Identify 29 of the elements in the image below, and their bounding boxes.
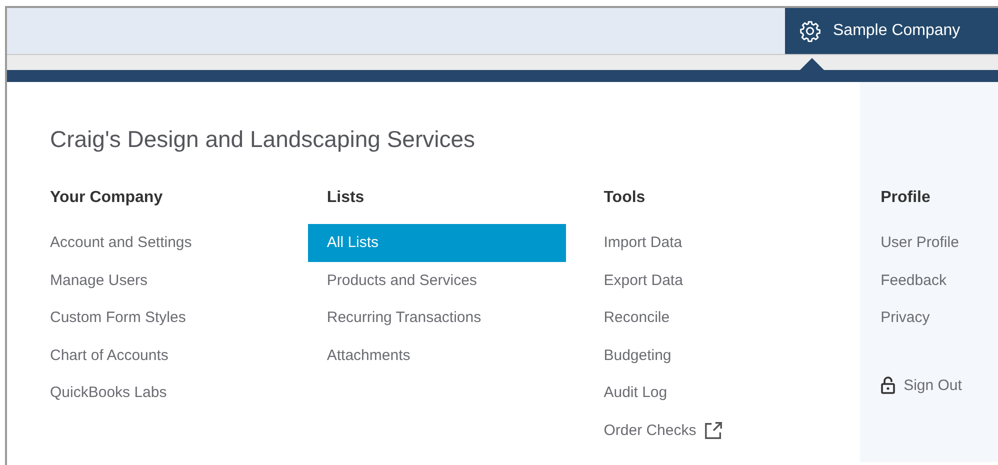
menu-item[interactable]: Feedback bbox=[862, 262, 998, 299]
pointer-icon bbox=[800, 58, 824, 70]
menu-item[interactable]: User Profile bbox=[862, 224, 998, 262]
menu-item[interactable]: Recurring Transactions bbox=[308, 299, 566, 336]
menu-item[interactable]: Audit Log bbox=[584, 374, 843, 412]
menu-item[interactable]: Chart of Accounts bbox=[31, 336, 289, 374]
settings-icon bbox=[799, 20, 821, 42]
menu-item[interactable]: Order Checks bbox=[584, 412, 843, 449]
column-heading: Tools bbox=[604, 189, 646, 208]
menu-item[interactable]: Custom Form Styles bbox=[31, 299, 289, 336]
menu-item[interactable]: Export Data bbox=[584, 262, 843, 299]
company-name: Craig's Design and Landscaping Services bbox=[49, 125, 476, 153]
menu-item[interactable]: QuickBooks Labs bbox=[31, 374, 289, 412]
sign-out-link[interactable]: Sign Out bbox=[862, 366, 998, 404]
menu-item[interactable]: Attachments bbox=[308, 336, 566, 374]
menu-item[interactable]: Account and Settings bbox=[31, 224, 289, 262]
menu-item[interactable]: Reconcile bbox=[584, 299, 843, 336]
menu-item[interactable]: Products and Services bbox=[308, 262, 566, 299]
lock-icon bbox=[880, 376, 895, 394]
column-heading: Your Company bbox=[50, 189, 164, 208]
external-link-icon bbox=[704, 420, 724, 440]
menu-item[interactable]: Import Data bbox=[584, 224, 843, 262]
menu-item[interactable]: All Lists bbox=[308, 224, 566, 262]
menu-item[interactable]: Privacy bbox=[862, 299, 998, 336]
menu-item[interactable]: Budgeting bbox=[584, 336, 843, 374]
menu-item[interactable]: Manage Users bbox=[31, 262, 289, 299]
column-heading: Profile bbox=[880, 189, 932, 208]
column-heading: Lists bbox=[326, 189, 366, 208]
company-button[interactable]: Sample Company bbox=[785, 8, 998, 54]
